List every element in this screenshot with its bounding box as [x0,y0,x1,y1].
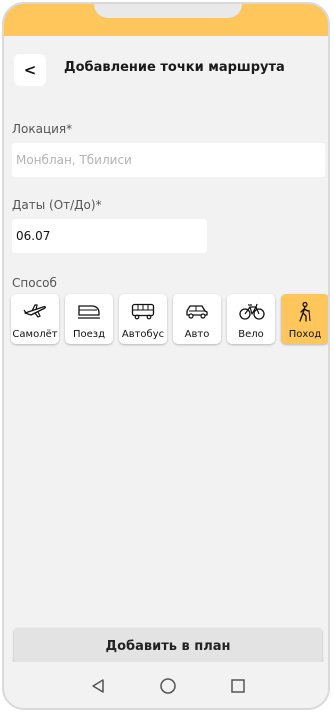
transport-label: Способ [12,276,57,290]
mode-airplane[interactable]: Самолёт [11,294,59,344]
mode-bicycle[interactable]: Вело [227,294,275,344]
transport-modes: Самолёт Поезд Автобус Авто Вело Поход [11,294,328,346]
bus-icon [131,303,155,320]
mode-label: Автобус [121,329,165,340]
nav-back-button[interactable] [86,674,110,698]
mode-label: Вело [238,329,264,340]
back-button[interactable]: < [14,54,46,86]
dates-label: Даты (От/До)* [12,198,102,212]
back-triangle-icon [92,679,104,693]
nav-home-button[interactable] [156,674,180,698]
page-title: Добавление точки маршрута [64,60,285,75]
dates-input[interactable] [12,219,207,253]
header: < Добавление точки маршрута [14,54,324,86]
nav-recents-button[interactable] [226,674,250,698]
train-icon [78,305,100,319]
mode-label: Поход [288,329,322,340]
bicycle-icon [239,303,265,320]
mode-label: Авто [184,329,210,340]
mode-hiking[interactable]: Поход [281,294,328,344]
notch [94,4,242,18]
home-circle-icon [160,678,176,694]
system-nav-bar [4,662,328,708]
mode-label: Самолёт [12,329,58,340]
car-icon [186,305,208,319]
mode-label: Поезд [72,329,106,340]
status-bar [4,4,328,36]
mode-bus[interactable]: Автобус [119,294,167,344]
location-input[interactable] [12,143,325,177]
recents-square-icon [231,679,245,693]
mode-train[interactable]: Поезд [65,294,113,344]
mode-car[interactable]: Авто [173,294,221,344]
add-to-plan-button[interactable]: Добавить в план [14,628,322,664]
airplane-icon [23,304,46,318]
location-label: Локация* [12,122,73,136]
hiking-icon [299,302,311,322]
phone-frame: < Добавление точки маршрута Локация* Дат… [2,2,330,710]
